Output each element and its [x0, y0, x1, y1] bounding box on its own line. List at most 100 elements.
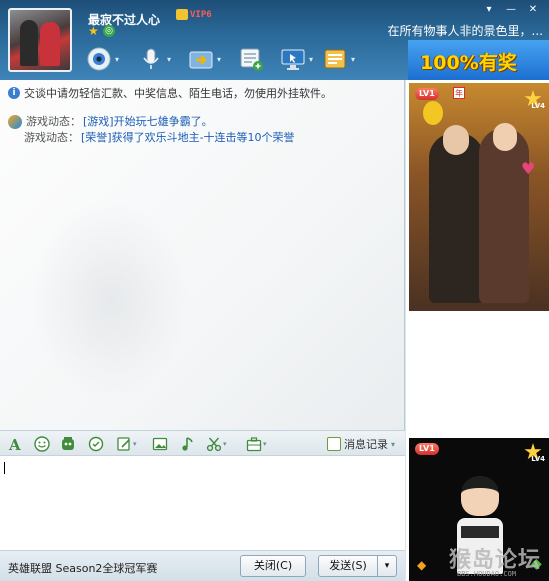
feed-item: 游戏动态： [游戏]开始玩七雄争霸了。	[8, 114, 295, 130]
vip-level: VIP6	[190, 9, 212, 20]
music-button[interactable]	[180, 435, 196, 453]
ad-banner-text: 100%有奖	[420, 52, 517, 74]
close-window-button[interactable]: ✕	[523, 3, 543, 17]
star-level-label: LV4	[531, 102, 545, 110]
video-call-button[interactable]: ▾	[86, 44, 119, 74]
chevron-down-icon[interactable]: ▾	[351, 55, 355, 64]
chevron-down-icon[interactable]: ▾	[217, 55, 221, 64]
crown-icon	[176, 9, 188, 20]
year-badge: 年	[453, 87, 465, 99]
balloon-icon	[423, 101, 443, 125]
star-level-icon: ★ LV4	[521, 442, 545, 466]
apps-button[interactable]: ▾	[322, 44, 355, 74]
chevron-down-icon[interactable]: ▾	[263, 440, 267, 448]
shake-button[interactable]	[88, 435, 104, 453]
figure-shape	[443, 125, 469, 155]
group-chat-button[interactable]	[238, 44, 264, 74]
minimize-button[interactable]: —	[501, 3, 521, 17]
my-show-image[interactable]: LV1 ★ LV4 ◆ ◆ 猴岛论坛 BBS.HOUDAO.COM	[409, 438, 549, 581]
status-icons: ★ ◎	[88, 25, 115, 37]
ad-banner[interactable]: 100%有奖	[408, 40, 549, 80]
font-button[interactable]: A	[8, 435, 24, 454]
star-level-icon: ★ LV4	[521, 89, 545, 113]
send-file-button[interactable]: ▾	[188, 44, 221, 74]
video-call-icon	[86, 46, 112, 72]
chevron-down-icon[interactable]: ▾	[167, 55, 171, 64]
contact-show-image[interactable]: ♥ LV1 年 ★ LV4	[409, 83, 549, 311]
chat-footer: 英雄联盟 Season2全球冠军赛 关闭(C) 发送(S) ▾	[0, 550, 405, 581]
send-button[interactable]: 发送(S)	[318, 555, 378, 577]
message-history-label: 消息记录	[343, 438, 388, 451]
chevron-down-icon[interactable]: ▾	[223, 440, 227, 448]
font-icon: A	[8, 436, 24, 454]
heart-icon: ♥	[521, 159, 536, 178]
apps-icon	[322, 46, 348, 72]
close-button[interactable]: 关闭(C)	[240, 555, 306, 577]
show-level-badge: LV1	[415, 88, 439, 100]
figure-shape	[479, 128, 529, 303]
contact-signature: 在所有物事人非的景色里，...	[387, 24, 543, 38]
send-options-button[interactable]: ▾	[377, 555, 397, 577]
feed-link[interactable]: [游戏]开始玩七雄争霸了。	[83, 114, 213, 130]
image-icon	[152, 436, 168, 452]
contact-avatar[interactable]	[8, 8, 72, 72]
chevron-down-icon[interactable]: ▾	[309, 55, 313, 64]
shake-icon	[88, 436, 104, 452]
scissors-icon	[206, 436, 222, 452]
text-cursor	[4, 462, 5, 474]
voice-call-button[interactable]: ▾	[138, 44, 171, 74]
message-history-button[interactable]: 消息记录 ▾	[326, 436, 395, 452]
feed-label: 游戏动态：	[24, 131, 79, 144]
watermark-url: BBS.HOUDAO.COM	[457, 570, 517, 578]
chevron-down-icon[interactable]: ▾	[133, 440, 137, 448]
chat-background-art	[30, 200, 190, 400]
send-image-button[interactable]	[152, 435, 168, 453]
emoji-button[interactable]	[34, 435, 50, 453]
feed-item: 游戏动态： [荣誉]获得了欢乐斗地主-十连击等10个荣誉	[8, 130, 295, 146]
settings-dropdown-button[interactable]: ▾	[479, 3, 499, 17]
avatar-figure	[40, 22, 60, 66]
scissors-edit-icon	[116, 436, 132, 452]
music-note-icon	[180, 436, 196, 452]
feed-label: 游戏动态：	[26, 115, 81, 128]
cartoon-avatar	[461, 476, 499, 516]
prev-arrow-icon[interactable]: ◆	[417, 558, 431, 572]
figure-shape	[493, 123, 517, 151]
capture-button[interactable]: ▾	[206, 435, 227, 453]
voice-call-icon	[138, 46, 164, 72]
star-icon[interactable]: ★	[88, 25, 100, 37]
group-chat-icon	[238, 46, 264, 72]
magic-face-icon	[60, 436, 76, 452]
avatar-figure	[20, 20, 38, 66]
info-icon: i	[8, 87, 20, 99]
smiley-icon	[34, 436, 50, 452]
chevron-down-icon: ▾	[390, 439, 395, 449]
cartoon-avatar	[461, 526, 499, 538]
security-notice: i 交谈中请勿轻信汇款、中奖信息、陌生电话，勿使用外挂软件。	[8, 85, 332, 101]
vip-badge[interactable]: VIP6	[176, 9, 212, 20]
svg-text:A: A	[8, 436, 21, 452]
security-notice-text: 交谈中请勿轻信汇款、中奖信息、陌生电话，勿使用外挂软件。	[24, 87, 332, 100]
remote-assist-button[interactable]: ▾	[280, 44, 313, 74]
send-file-icon	[188, 46, 214, 72]
star-level-label: LV4	[531, 455, 545, 463]
input-toolbar: A ▾ ▾ ▾ 消息记录 ▾	[0, 430, 405, 456]
message-input[interactable]	[0, 456, 405, 550]
message-history[interactable]: i 交谈中请勿轻信汇款、中奖信息、陌生电话，勿使用外挂软件。 游戏动态： [游戏…	[0, 80, 405, 430]
footer-ad-link[interactable]: 英雄联盟 Season2全球冠军赛	[8, 560, 157, 576]
screenshot-button[interactable]: ▾	[116, 435, 137, 453]
magic-emoji-button[interactable]	[60, 435, 76, 453]
show-panel: ♥ LV1 年 ★ LV4 LV1 ★ LV4 ◆ ◆ 猴岛论坛 BBS.HOUDA…	[406, 80, 549, 581]
feed-link[interactable]: [荣誉]获得了欢乐斗地主-十连击等10个荣誉	[81, 130, 295, 146]
qzone-icon[interactable]: ◎	[103, 25, 115, 37]
chevron-down-icon[interactable]: ▾	[115, 55, 119, 64]
toolbox-icon	[246, 436, 262, 452]
window-controls: ▾ — ✕	[479, 3, 543, 17]
remote-assist-icon	[280, 46, 306, 72]
apps-toolbox-button[interactable]: ▾	[246, 435, 267, 453]
game-feed: 游戏动态： [游戏]开始玩七雄争霸了。 游戏动态： [荣誉]获得了欢乐斗地主-十…	[8, 114, 295, 146]
history-icon	[326, 437, 341, 451]
game-icon	[8, 115, 22, 129]
chat-header: 最寂不过人心 VIP6 ★ ◎ ▾ ▾ ▾ ▾ ▾ ▾ — ✕ 在所有物事人非的…	[0, 0, 549, 80]
figure-shape	[429, 133, 484, 303]
